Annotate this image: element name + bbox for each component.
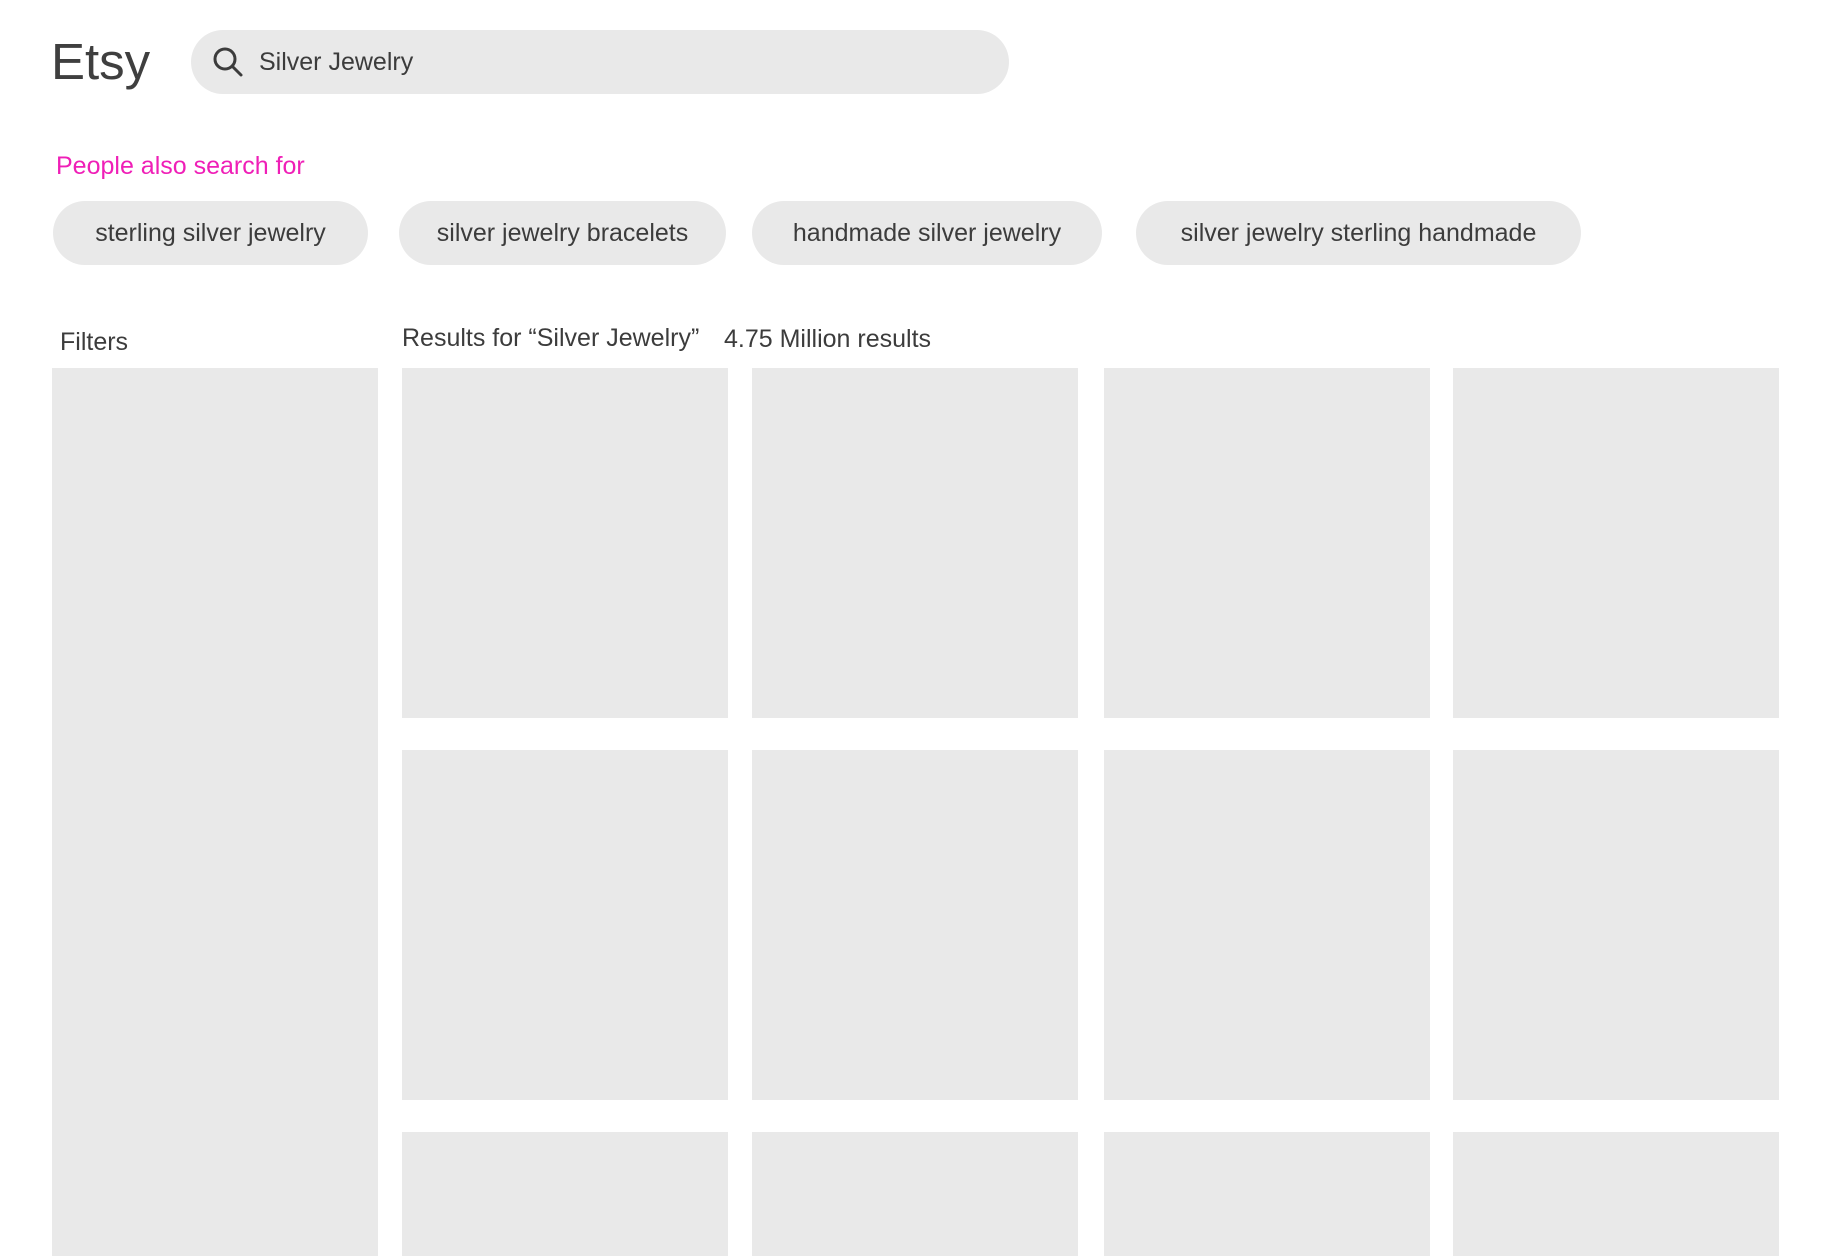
listing-card[interactable] [1453,750,1779,1100]
filters-heading: Filters [60,328,129,356]
related-search-chip[interactable]: handmade silver jewelry [752,201,1102,265]
etsy-logo[interactable]: Etsy [51,30,150,94]
listing-card[interactable] [402,1132,728,1256]
filters-panel[interactable] [52,368,378,1256]
listing-card[interactable] [1453,1132,1779,1256]
results-count: 4.75 Million results [724,325,932,353]
related-search-chip[interactable]: silver jewelry bracelets [399,201,726,265]
listing-card[interactable] [752,750,1078,1100]
listing-card[interactable] [1453,368,1779,718]
listing-card[interactable] [1104,750,1430,1100]
listing-card[interactable] [1104,1132,1430,1256]
search-icon[interactable] [211,45,245,79]
listing-card[interactable] [752,1132,1078,1256]
listing-card[interactable] [402,750,728,1100]
listing-card[interactable] [1104,368,1430,718]
results-heading: Results for “Silver Jewelry” [402,324,700,352]
listing-card[interactable] [402,368,728,718]
people-also-search-title: People also search for [56,152,305,180]
related-search-chip[interactable]: sterling silver jewelry [53,201,368,265]
listing-card[interactable] [752,368,1078,718]
related-search-chip[interactable]: silver jewelry sterling handmade [1136,201,1581,265]
search-bar[interactable] [191,30,1009,94]
search-input[interactable] [259,42,959,82]
